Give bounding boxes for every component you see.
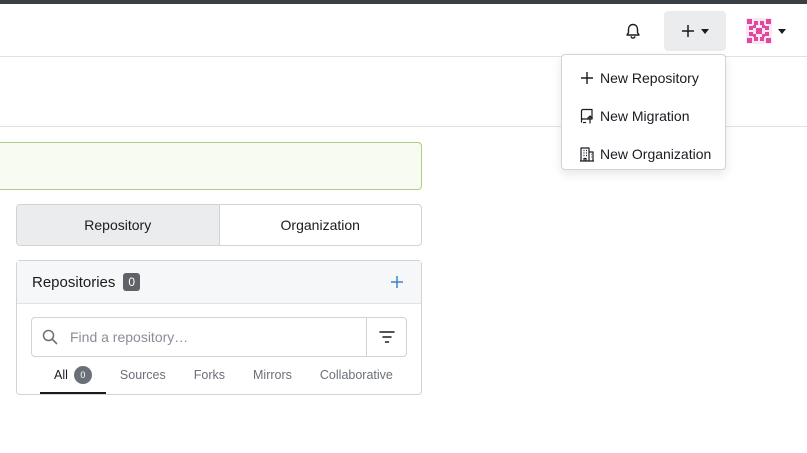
repositories-header: Repositories 0 xyxy=(17,261,421,304)
filter-tab-all[interactable]: All 0 xyxy=(40,364,106,394)
repo-push-icon xyxy=(580,108,593,124)
organization-icon xyxy=(580,147,594,162)
filter-tab-sources[interactable]: Sources xyxy=(106,364,180,394)
repositories-count-badge: 0 xyxy=(123,273,141,291)
avatar xyxy=(746,18,772,44)
search-icon-wrap xyxy=(32,318,68,356)
flash-message xyxy=(0,142,422,190)
menu-item-new-organization[interactable]: New Organization xyxy=(562,135,725,173)
repository-search xyxy=(31,317,407,357)
chevron-down-icon xyxy=(701,28,709,34)
menu-item-label: New Migration xyxy=(600,108,690,124)
search-input[interactable] xyxy=(68,318,366,356)
menu-item-label: New Repository xyxy=(600,70,699,86)
tab-organization[interactable]: Organization xyxy=(220,205,422,245)
filter-count-badge: 0 xyxy=(73,366,92,384)
create-dropdown-menu: New Repository New Migration New Organiz… xyxy=(561,54,726,170)
notifications-button[interactable] xyxy=(619,19,647,43)
user-menu-button[interactable] xyxy=(746,16,796,46)
dashboard-tabs: Repository Organization xyxy=(16,204,422,246)
repository-filter-tabs: All 0 Sources Forks Mirrors Collaborativ… xyxy=(40,364,407,394)
plus-icon xyxy=(581,72,593,84)
filter-tab-label: All xyxy=(54,368,68,382)
repositories-title: Repositories xyxy=(32,273,116,291)
chevron-down-icon xyxy=(778,28,786,34)
filter-tab-forks[interactable]: Forks xyxy=(180,364,239,394)
menu-item-label: New Organization xyxy=(600,146,712,162)
create-new-button[interactable] xyxy=(664,11,726,51)
menu-item-new-repository[interactable]: New Repository xyxy=(562,59,725,97)
filter-tab-mirrors[interactable]: Mirrors xyxy=(239,364,306,394)
plus-icon xyxy=(391,276,403,288)
menu-item-new-migration[interactable]: New Migration xyxy=(562,97,725,135)
add-repository-button[interactable] xyxy=(387,272,407,292)
bell-icon xyxy=(626,23,640,39)
navbar xyxy=(0,4,807,57)
filter-icon xyxy=(378,331,395,343)
filter-button[interactable] xyxy=(366,318,406,356)
filter-tab-collaborative[interactable]: Collaborative xyxy=(306,364,407,394)
tab-repository[interactable]: Repository xyxy=(17,205,220,245)
repositories-panel: Repositories 0 All 0 Sources Forks xyxy=(16,260,422,395)
search-icon xyxy=(42,329,58,345)
plus-icon xyxy=(682,25,694,37)
